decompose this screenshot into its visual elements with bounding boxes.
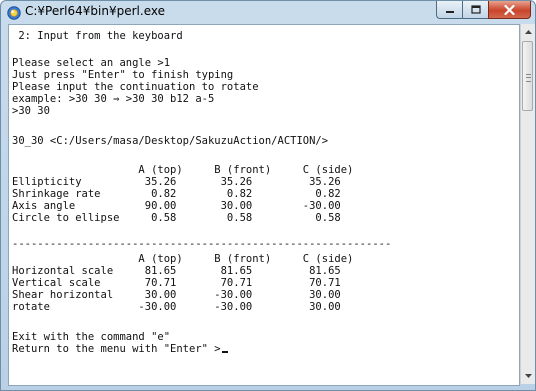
close-icon <box>504 4 515 15</box>
console-line: A (top) B (front) C (side) <box>12 164 354 176</box>
console-line: Circle to ellipse 0.58 0.58 0.58 <box>12 212 341 224</box>
title-bar[interactable]: C:¥Perl64¥bin¥perl.exe <box>1 1 535 23</box>
scroll-down-button[interactable] <box>521 368 535 384</box>
console-line: Shrinkage rate 0.82 0.82 0.82 <box>12 188 341 200</box>
console-line: 30_30 <C:/Users/masa/Desktop/SakuzuActio… <box>12 135 329 147</box>
console-line: A (top) B (front) C (side) <box>12 253 354 265</box>
console-line: Shear horizontal 30.00 -30.00 30.00 <box>12 289 341 301</box>
scrollbar-thumb[interactable] <box>522 41 533 111</box>
maximize-button[interactable] <box>462 1 488 19</box>
console-line: rotate -30.00 -30.00 30.00 <box>12 301 341 313</box>
close-button[interactable] <box>488 1 531 19</box>
console-line: Please select an angle >1 <box>12 57 171 69</box>
window-controls <box>436 1 531 19</box>
scroll-up-button[interactable] <box>521 24 535 40</box>
vertical-scrollbar[interactable] <box>520 24 535 384</box>
console-line: Please input the continuation to rotate <box>12 81 259 93</box>
text-cursor <box>221 351 228 353</box>
console-line: example: >30 30 ⇒ >30 30 b12 a-5 <box>12 93 215 105</box>
console-line: Exit with the command "e" <box>12 331 171 343</box>
grip-icon <box>526 74 531 82</box>
perl-app-icon[interactable] <box>7 5 21 20</box>
console-window: C:¥Perl64¥bin¥perl.exe 2: Input from the… <box>0 0 536 391</box>
console-line: Axis angle 90.00 30.00 -30.00 <box>12 200 341 212</box>
console-line: >30 30 <box>12 105 50 117</box>
console-prompt-line: Return to the menu with "Enter" > <box>12 343 228 355</box>
console-line: Vertical scale 70.71 70.71 70.71 <box>12 277 341 289</box>
console-line: 2: Input from the keyboard <box>12 30 183 42</box>
console-separator: ----------------------------------------… <box>12 238 392 250</box>
console-line: Horizontal scale 81.65 81.65 81.65 <box>12 265 341 277</box>
arrow-down-icon <box>524 374 532 378</box>
console-line: Just press "Enter" to finish typing <box>12 69 234 81</box>
minimize-button[interactable] <box>436 1 462 19</box>
minimize-icon <box>445 10 454 13</box>
maximize-icon <box>470 5 481 14</box>
console-output[interactable]: 2: Input from the keyboard Please select… <box>8 24 520 386</box>
console-line: Ellipticity 35.26 35.26 35.26 <box>12 176 341 188</box>
window-title: C:¥Perl64¥bin¥perl.exe <box>25 4 165 18</box>
arrow-up-icon <box>524 30 532 34</box>
console-prompt-text: Return to the menu with "Enter" > <box>12 343 221 355</box>
